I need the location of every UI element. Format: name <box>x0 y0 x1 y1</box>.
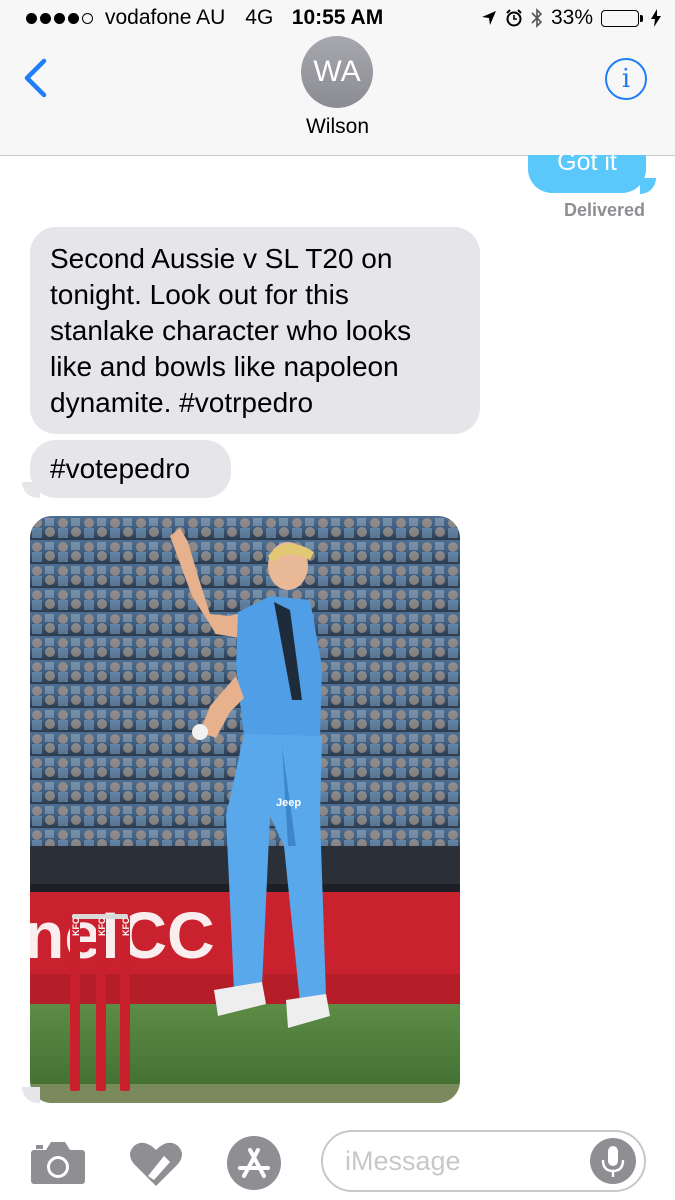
battery-icon <box>601 9 643 27</box>
stump-logo: KFC <box>97 917 107 936</box>
alarm-icon <box>506 9 522 27</box>
status-bar: vodafone AU 4G 10:55 AM 33% <box>0 0 675 40</box>
charging-icon <box>651 9 661 27</box>
sent-bubble-tail <box>640 178 656 194</box>
bluetooth-icon <box>531 8 543 28</box>
digital-touch-button[interactable] <box>126 1136 186 1190</box>
message-composer-bar: iMessage <box>0 1116 675 1200</box>
heart-icon <box>130 1142 182 1186</box>
contact-avatar[interactable]: WA <box>301 36 373 108</box>
status-indicators: 33% <box>481 6 661 30</box>
contact-name[interactable]: Wilson <box>0 115 675 139</box>
imessage-input[interactable]: iMessage <box>321 1130 646 1192</box>
location-icon <box>481 11 496 25</box>
back-button[interactable] <box>20 58 54 98</box>
cricket-bowler-photo: neICC KFC KFC KFC Jeep <box>30 516 460 1103</box>
shirt-logo: Jeep <box>276 797 301 809</box>
received-message[interactable]: #votepedro <box>30 440 231 498</box>
info-button[interactable]: i <box>605 58 647 100</box>
delivery-status: Delivered <box>563 200 645 220</box>
microphone-icon <box>601 1146 625 1177</box>
cricket-stumps: KFC KFC KFC <box>70 914 131 1091</box>
stump-logo: KFC <box>121 917 131 936</box>
conversation-header: WA Wilson i <box>0 36 675 156</box>
dictation-button[interactable] <box>590 1138 636 1184</box>
sent-message[interactable]: Got it <box>528 155 650 195</box>
app-store-icon <box>227 1136 281 1190</box>
camera-button[interactable] <box>28 1136 88 1190</box>
imessage-placeholder: iMessage <box>345 1146 461 1176</box>
received-message[interactable]: Second Aussie v SL T20 on tonight. Look … <box>30 227 480 434</box>
chevron-left-icon <box>24 58 47 98</box>
stump-logo: KFC <box>71 917 81 936</box>
received-message-text: Second Aussie v SL T20 on tonight. Look … <box>50 243 412 418</box>
app-store-button[interactable] <box>224 1136 284 1190</box>
battery-percent: 33% <box>550 6 593 29</box>
info-icon: i <box>621 64 631 94</box>
camera-icon <box>31 1142 85 1184</box>
received-bubble-tail <box>22 1087 40 1103</box>
received-photo[interactable]: neICC KFC KFC KFC Jeep <box>30 516 460 1103</box>
sent-message-text: Got it <box>528 155 646 193</box>
received-message-text: #votepedro <box>50 453 191 484</box>
